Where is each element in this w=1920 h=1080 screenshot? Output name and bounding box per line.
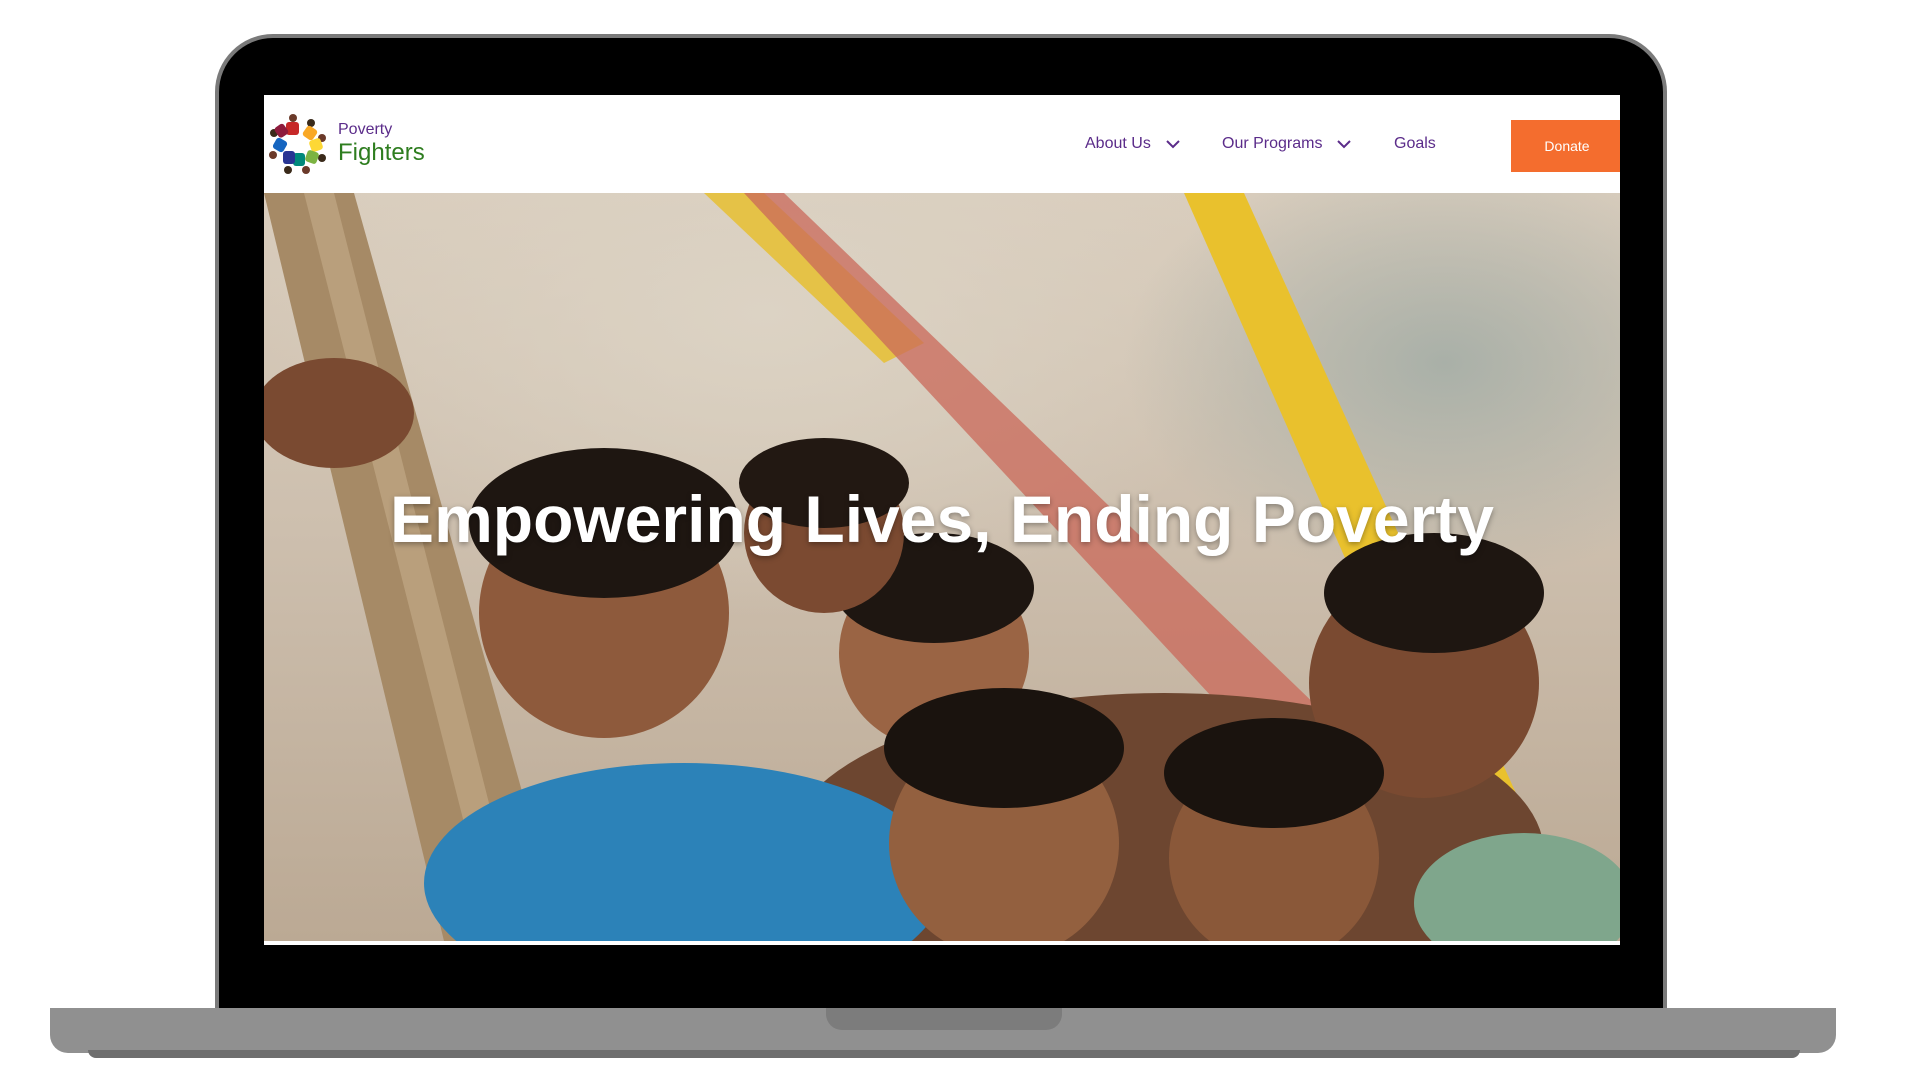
- hero-background-image: [264, 193, 1620, 941]
- nav-item-label: Our Programs: [1222, 135, 1323, 152]
- nav-item-label: About Us: [1085, 135, 1151, 152]
- laptop-screen: Poverty Fighters About Us Our Programs G…: [264, 95, 1620, 945]
- brand-name[interactable]: Poverty Fighters: [338, 121, 425, 167]
- chevron-down-icon: [1166, 140, 1180, 149]
- nav-item-label: Goals: [1394, 135, 1436, 152]
- children-photo: [264, 193, 1620, 941]
- laptop-mockup: Poverty Fighters About Us Our Programs G…: [0, 0, 1920, 1080]
- site-header: Poverty Fighters About Us Our Programs G…: [264, 95, 1620, 193]
- brand-name-bottom: Fighters: [338, 139, 425, 166]
- nav-item-our-programs[interactable]: Our Programs: [1222, 95, 1352, 193]
- brand-name-top: Poverty: [338, 121, 393, 138]
- hero-title: Empowering Lives, Ending Poverty: [390, 482, 1494, 556]
- hero-section: Empowering Lives, Ending Poverty: [264, 193, 1620, 941]
- chevron-down-icon: [1337, 140, 1352, 149]
- nav-item-about-us[interactable]: About Us: [1085, 95, 1181, 193]
- laptop-base-edge: [88, 1050, 1800, 1058]
- people-circle-logo-icon[interactable]: [266, 111, 330, 175]
- donate-button[interactable]: Donate: [1511, 120, 1620, 172]
- laptop-notch: [826, 1008, 1062, 1030]
- nav-item-goals[interactable]: Goals: [1394, 95, 1436, 193]
